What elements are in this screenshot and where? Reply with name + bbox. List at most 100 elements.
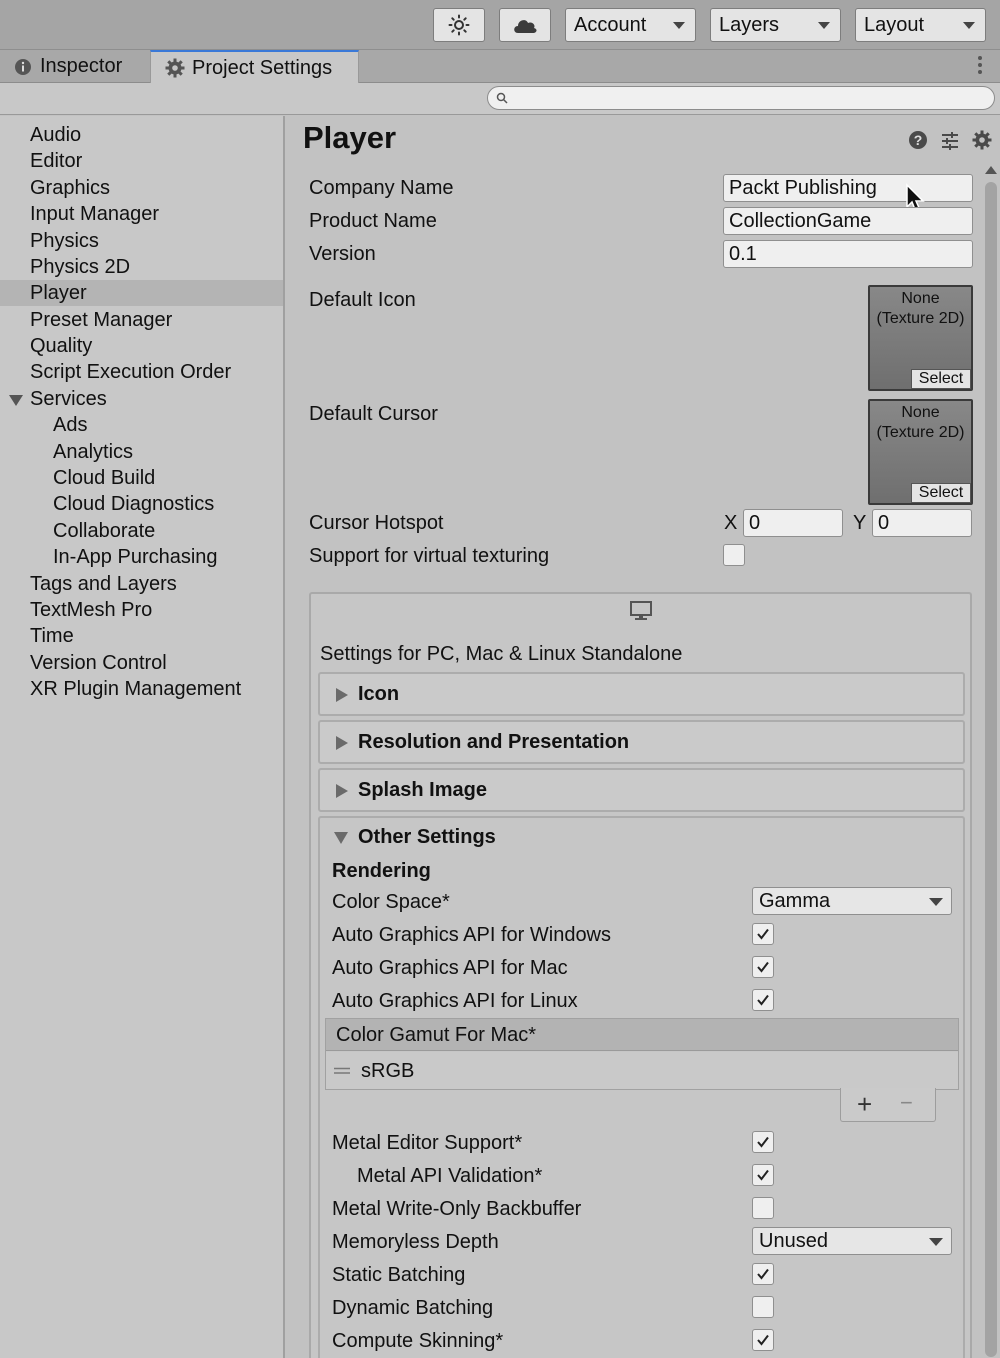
list-item-label: sRGB [361, 1060, 415, 1082]
sidebar-item-graphics[interactable]: Graphics [0, 175, 283, 201]
default-cursor-object-field[interactable]: None (Texture 2D) Select [868, 399, 973, 505]
metal-api-validation-checkbox[interactable] [752, 1164, 774, 1186]
help-icon[interactable]: ? [908, 130, 928, 150]
color-space-dropdown[interactable]: Gamma [752, 887, 952, 915]
more-options-icon[interactable] [978, 56, 982, 77]
account-dropdown[interactable]: Account [565, 8, 696, 42]
company-name-field[interactable]: Packt Publishing [723, 174, 973, 202]
product-name-label: Product Name [309, 210, 437, 232]
collapse-arrow-icon[interactable] [334, 832, 348, 844]
sidebar-item-analytics[interactable]: Analytics [0, 439, 283, 465]
vertical-scrollbar[interactable] [982, 164, 1000, 1358]
cloud-button[interactable] [499, 8, 551, 42]
compute-skinning-checkbox[interactable] [752, 1329, 774, 1351]
scroll-up-arrow-icon[interactable] [985, 166, 997, 174]
version-field[interactable]: 0.1 [723, 240, 973, 268]
virtual-texturing-label: Support for virtual texturing [309, 545, 550, 567]
company-name-label: Company Name [309, 177, 454, 199]
cursor-hotspot-label: Cursor Hotspot [309, 512, 444, 534]
sidebar-item-label: Editor [30, 150, 83, 172]
sidebar-item-cloud-build[interactable]: Cloud Build [0, 465, 283, 491]
search-box[interactable] [487, 86, 995, 110]
icon-foldout[interactable]: Icon [318, 672, 965, 716]
scrollbar-thumb[interactable] [985, 182, 997, 1357]
monitor-icon[interactable] [629, 600, 653, 622]
lighting-button[interactable] [433, 8, 485, 42]
virtual-texturing-checkbox[interactable] [723, 544, 745, 566]
checkmark-icon [757, 1334, 769, 1346]
auto-gfx-windows-label: Auto Graphics API for Windows [332, 924, 612, 946]
layout-dropdown[interactable]: Layout [855, 8, 986, 42]
sidebar-item-label: XR Plugin Management [30, 678, 242, 700]
auto-gfx-windows-checkbox[interactable] [752, 923, 774, 945]
sidebar-item-preset-manager[interactable]: Preset Manager [0, 307, 283, 333]
layers-dropdown[interactable]: Layers [710, 8, 841, 42]
checkmark-icon [757, 994, 769, 1006]
sidebar-item-label: Audio [30, 124, 82, 146]
remove-item-button[interactable]: − [900, 1090, 913, 1116]
sidebar-item-ads[interactable]: Ads [0, 412, 283, 438]
sidebar-item-time[interactable]: Time [0, 623, 283, 649]
sidebar-item-editor[interactable]: Editor [0, 148, 283, 174]
sidebar-item-quality[interactable]: Quality [0, 333, 283, 359]
gear-icon[interactable] [972, 130, 992, 150]
sidebar-item-services[interactable]: Services [0, 386, 283, 412]
tab-inspector[interactable]: Inspector [0, 50, 150, 83]
resolution-foldout[interactable]: Resolution and Presentation [318, 720, 965, 764]
sidebar-item-label: Physics 2D [30, 256, 131, 278]
select-button[interactable]: Select [911, 369, 971, 389]
sidebar-item-physics[interactable]: Physics [0, 228, 283, 254]
tab-project-settings[interactable]: Project Settings [150, 50, 359, 84]
sidebar-item-xr-plugin-management[interactable]: XR Plugin Management [0, 676, 283, 702]
sidebar-item-physics-2d[interactable]: Physics 2D [0, 254, 283, 280]
player-settings-panel: Player ? Company Name Packt Publishing P… [287, 116, 1000, 1358]
metal-write-only-checkbox[interactable] [752, 1197, 774, 1219]
svg-text:?: ? [914, 132, 923, 148]
select-button[interactable]: Select [911, 483, 971, 503]
splash-image-foldout[interactable]: Splash Image [318, 768, 965, 812]
tab-label: Project Settings [192, 56, 333, 79]
chevron-down-icon [929, 898, 943, 906]
default-icon-object-field[interactable]: None (Texture 2D) Select [868, 285, 973, 391]
other-settings-label[interactable]: Other Settings [358, 826, 496, 849]
sidebar-item-tags-and-layers[interactable]: Tags and Layers [0, 571, 283, 597]
auto-gfx-linux-checkbox[interactable] [752, 989, 774, 1011]
sidebar-item-script-execution-order[interactable]: Script Execution Order [0, 359, 283, 385]
checkmark-icon [757, 928, 769, 940]
layers-label: Layers [719, 13, 780, 36]
dynamic-batching-checkbox[interactable] [752, 1296, 774, 1318]
add-item-button[interactable]: + [857, 1089, 872, 1120]
default-cursor-label: Default Cursor [309, 403, 438, 425]
dynamic-batching-label: Dynamic Batching [332, 1297, 494, 1319]
auto-gfx-mac-checkbox[interactable] [752, 956, 774, 978]
color-gamut-header: Color Gamut For Mac* [326, 1019, 958, 1051]
sidebar-item-cloud-diagnostics[interactable]: Cloud Diagnostics [0, 491, 283, 517]
sidebar-item-in-app-purchasing[interactable]: In-App Purchasing [0, 544, 283, 570]
sidebar-item-player[interactable]: Player [0, 280, 283, 306]
sliders-icon[interactable] [940, 130, 960, 150]
memoryless-depth-dropdown[interactable]: Unused [752, 1227, 952, 1255]
sidebar-item-label: Cloud Diagnostics [53, 493, 215, 515]
expand-arrow-icon[interactable] [9, 395, 23, 406]
sidebar-item-audio[interactable]: Audio [0, 122, 283, 148]
expand-arrow-icon [336, 736, 348, 750]
hotspot-x-field[interactable]: 0 [743, 509, 843, 537]
search-input[interactable] [514, 89, 984, 107]
sidebar-item-input-manager[interactable]: Input Manager [0, 201, 283, 227]
list-item[interactable]: sRGB [326, 1052, 958, 1089]
product-name-field[interactable]: CollectionGame [723, 207, 973, 235]
metal-write-only-label: Metal Write-Only Backbuffer [332, 1198, 582, 1220]
top-toolbar: Account Layers Layout [0, 0, 1000, 50]
drag-handle-icon[interactable] [334, 1067, 350, 1075]
chevron-down-icon [929, 1238, 943, 1246]
static-batching-checkbox[interactable] [752, 1263, 774, 1285]
tab-bar: Inspector Project Settings [0, 50, 1000, 84]
sidebar-item-textmesh-pro[interactable]: TextMesh Pro [0, 597, 283, 623]
metal-editor-checkbox[interactable] [752, 1131, 774, 1153]
sidebar-item-version-control[interactable]: Version Control [0, 650, 283, 676]
sidebar-item-collaborate[interactable]: Collaborate [0, 518, 283, 544]
chevron-down-icon [818, 22, 830, 29]
search-icon [496, 92, 508, 104]
auto-gfx-mac-label: Auto Graphics API for Mac [332, 957, 568, 979]
hotspot-y-field[interactable]: 0 [872, 509, 972, 537]
